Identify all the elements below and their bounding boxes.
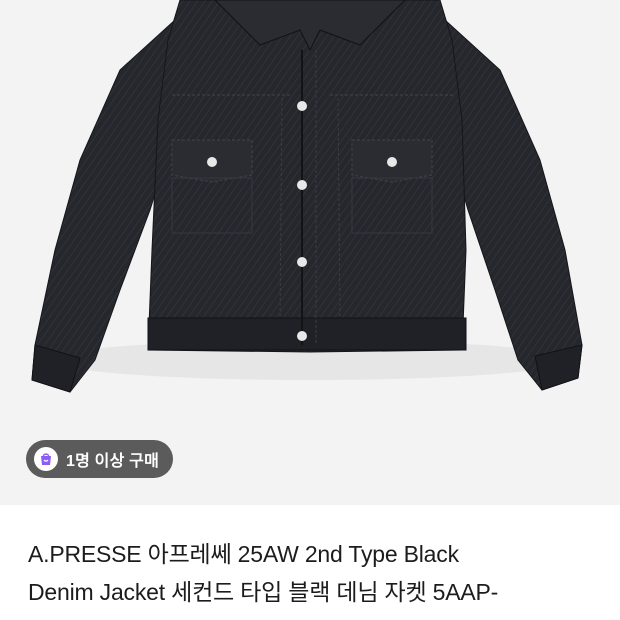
shopping-bag-icon — [34, 447, 58, 471]
product-title: A.PRESSE 아프레쎄 25AW 2nd Type Black Denim … — [28, 535, 598, 611]
product-info: A.PRESSE 아프레쎄 25AW 2nd Type Black Denim … — [0, 505, 620, 620]
product-image[interactable]: 1명 이상 구매 — [0, 0, 620, 505]
product-detail-page: 1명 이상 구매 A.PRESSE 아프레쎄 25AW 2nd Type Bla… — [0, 0, 620, 620]
product-title-line-2: Denim Jacket 세컨드 타입 블랙 데님 자켓 5AAP- — [28, 579, 499, 605]
product-title-line-1: A.PRESSE 아프레쎄 25AW 2nd Type Black — [28, 541, 459, 567]
jacket-photo — [31, 0, 583, 393]
buyers-count-label: 1명 이상 구매 — [66, 453, 159, 470]
buyers-count-badge: 1명 이상 구매 — [26, 440, 173, 478]
